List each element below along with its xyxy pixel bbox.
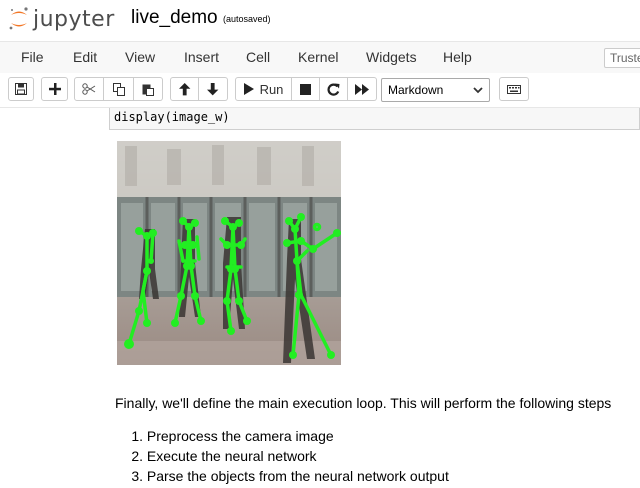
keyboard-icon bbox=[507, 84, 521, 94]
cell-type-value: Markdown bbox=[388, 83, 444, 97]
camera-frame bbox=[117, 141, 341, 365]
pose-estimation-output-image bbox=[117, 141, 341, 365]
jupyter-logo-text: jupyter bbox=[33, 6, 115, 32]
notebook-name[interactable]: live_demo bbox=[131, 7, 218, 29]
menu-file[interactable]: File bbox=[21, 49, 44, 65]
code-cell-input[interactable]: display(image_w) bbox=[109, 108, 640, 130]
stop-icon bbox=[300, 83, 311, 95]
menu-insert[interactable]: Insert bbox=[184, 49, 219, 65]
chevron-down-icon bbox=[473, 86, 483, 93]
toolbar: Run bbox=[0, 73, 640, 108]
list-item-number: 1. bbox=[131, 428, 143, 444]
list-item-text: Execute the neural network bbox=[146, 448, 317, 464]
insert-cell-button[interactable] bbox=[41, 77, 68, 101]
fast-forward-icon bbox=[355, 83, 369, 95]
jupyter-logo[interactable]: jupyter bbox=[8, 2, 115, 36]
menu-kernel[interactable]: Kernel bbox=[298, 49, 338, 65]
menu-help[interactable]: Help bbox=[443, 49, 472, 65]
command-palette-button[interactable] bbox=[499, 77, 529, 101]
plus-icon bbox=[48, 83, 61, 95]
trusted-indicator[interactable]: Truste bbox=[604, 48, 640, 68]
list-item-text: Preprocess the camera image bbox=[146, 428, 334, 444]
run-button[interactable]: Run bbox=[235, 77, 292, 101]
move-down-button[interactable] bbox=[199, 77, 228, 101]
cut-icon bbox=[82, 83, 96, 95]
list-item-number: 2. bbox=[131, 448, 143, 464]
arrow-down-icon bbox=[207, 82, 219, 95]
save-button[interactable] bbox=[8, 77, 34, 101]
cell-type-select[interactable]: Markdown bbox=[381, 78, 490, 102]
restart-button[interactable] bbox=[320, 77, 348, 101]
menu-cell[interactable]: Cell bbox=[246, 49, 270, 65]
paste-icon bbox=[142, 84, 154, 96]
notebook-header: jupyter live_demo (autosaved) bbox=[0, 0, 640, 40]
menubar: File Edit View Insert Cell Kernel Widget… bbox=[0, 41, 640, 74]
move-up-button[interactable] bbox=[170, 77, 199, 101]
interrupt-button[interactable] bbox=[292, 77, 320, 101]
restart-icon bbox=[327, 83, 340, 96]
list-item-number: 3. bbox=[131, 468, 143, 484]
jupyter-logo-icon bbox=[9, 7, 28, 30]
run-button-label: Run bbox=[259, 81, 284, 97]
code-text: display(image_w) bbox=[114, 110, 230, 124]
markdown-steps-list: 1. Preprocess the camera image 2. Execut… bbox=[115, 428, 449, 488]
paste-button[interactable] bbox=[134, 77, 163, 101]
menu-edit[interactable]: Edit bbox=[73, 49, 97, 65]
arrow-up-icon bbox=[178, 82, 190, 95]
restart-run-all-button[interactable] bbox=[348, 77, 377, 101]
list-item: 2. Execute the neural network bbox=[115, 448, 449, 468]
markdown-paragraph: Finally, we'll define the main execution… bbox=[115, 395, 612, 411]
copy-icon bbox=[112, 82, 125, 96]
list-item: 3. Parse the objects from the neural net… bbox=[115, 468, 449, 488]
list-item: 1. Preprocess the camera image bbox=[115, 428, 449, 448]
menu-widgets[interactable]: Widgets bbox=[366, 49, 417, 65]
save-icon bbox=[15, 83, 27, 95]
run-icon bbox=[243, 83, 254, 95]
list-item-text: Parse the objects from the neural networ… bbox=[146, 468, 449, 484]
copy-button[interactable] bbox=[104, 77, 134, 101]
cut-button[interactable] bbox=[74, 77, 104, 101]
menu-view[interactable]: View bbox=[125, 49, 155, 65]
autosave-status: (autosaved) bbox=[223, 14, 271, 24]
